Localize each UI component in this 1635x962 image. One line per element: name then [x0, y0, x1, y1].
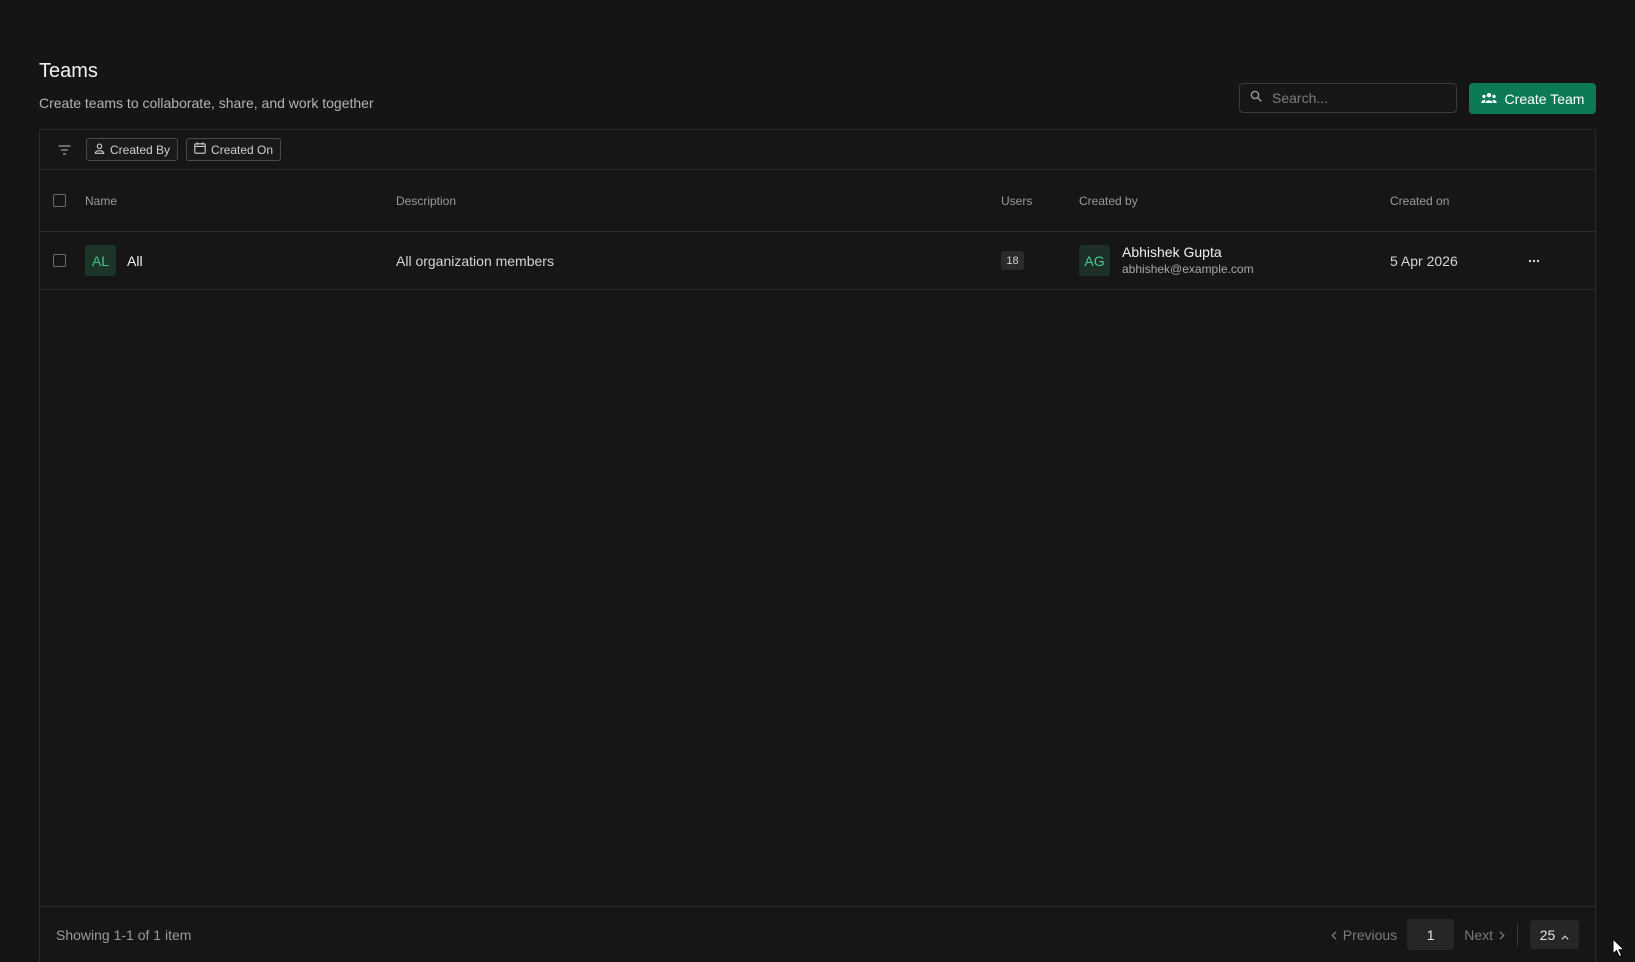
- next-label: Next: [1464, 926, 1493, 943]
- chevron-right-icon: [1499, 927, 1505, 943]
- pagination-summary: Showing 1-1 of 1 item: [56, 926, 192, 943]
- created-on-filter-label: Created On: [211, 142, 274, 157]
- users-cell: 18: [1001, 232, 1024, 289]
- team-avatar: AL: [85, 245, 116, 276]
- pager-divider: [1517, 923, 1518, 946]
- row-checkbox[interactable]: [53, 254, 66, 267]
- team-name[interactable]: All: [127, 253, 143, 269]
- column-header-users[interactable]: Users: [1001, 170, 1032, 231]
- table-footer: Showing 1-1 of 1 item Previous 1 Next 25: [40, 906, 1595, 962]
- page-title: Teams: [39, 60, 98, 82]
- creator-info: Abhishek Gupta abhishek@example.com: [1122, 244, 1254, 276]
- creator-email: abhishek@example.com: [1122, 262, 1254, 277]
- created-by-filter-chip[interactable]: Created By: [86, 138, 179, 161]
- select-all-cell: [53, 170, 66, 231]
- create-team-button[interactable]: Create Team: [1469, 83, 1596, 114]
- mouse-cursor-icon: [1612, 937, 1626, 962]
- filter-icon[interactable]: [56, 142, 72, 158]
- created-on-date: 5 Apr 2026: [1390, 252, 1458, 269]
- calendar-icon: [194, 142, 206, 157]
- team-name-cell: AL All: [85, 232, 143, 289]
- chevron-left-icon: [1331, 927, 1337, 943]
- column-header-name[interactable]: Name: [85, 170, 117, 231]
- column-header-created-on[interactable]: Created on: [1390, 170, 1449, 231]
- created-by-filter-label: Created By: [110, 142, 171, 157]
- next-page-button[interactable]: Next: [1464, 927, 1505, 943]
- created-on-filter-chip[interactable]: Created On: [186, 138, 282, 161]
- previous-page-button[interactable]: Previous: [1331, 927, 1397, 943]
- previous-label: Previous: [1342, 926, 1398, 943]
- created-by-cell: AG Abhishek Gupta abhishek@example.com: [1079, 232, 1254, 289]
- user-icon: [94, 143, 105, 157]
- creator-avatar: AG: [1079, 245, 1110, 276]
- create-team-label: Create Team: [1504, 90, 1585, 107]
- search-box[interactable]: [1239, 83, 1457, 113]
- teams-page: Teams Create teams to collaborate, share…: [0, 0, 1635, 962]
- table-row[interactable]: AL All All organization members 18 AG Ab…: [40, 232, 1595, 290]
- search-input[interactable]: [1270, 89, 1440, 107]
- current-page-number[interactable]: 1: [1407, 919, 1455, 950]
- search-icon: [1250, 89, 1262, 107]
- filter-bar: Created By Created On: [40, 130, 1595, 170]
- page-size-value: 25: [1539, 926, 1556, 943]
- pagination: Previous 1 Next 25: [1331, 919, 1579, 950]
- page-size-select[interactable]: 25: [1530, 920, 1579, 949]
- row-actions-cell: [1522, 232, 1546, 289]
- chevron-up-icon: [1561, 927, 1569, 943]
- creator-name: Abhishek Gupta: [1122, 244, 1222, 261]
- table-header: Name Description Users Created by Create…: [40, 170, 1595, 232]
- users-count-badge: 18: [1001, 251, 1024, 270]
- column-header-description[interactable]: Description: [396, 170, 456, 231]
- row-select-cell: [53, 232, 66, 289]
- page-subtitle: Create teams to collaborate, share, and …: [39, 95, 374, 111]
- teams-table: Created By Created On Name Description U…: [39, 129, 1596, 962]
- team-description: All organization members: [396, 252, 554, 269]
- select-all-checkbox[interactable]: [53, 194, 66, 207]
- more-actions-icon[interactable]: [1522, 249, 1546, 273]
- column-header-created-by[interactable]: Created by: [1079, 170, 1138, 231]
- team-icon: [1480, 91, 1497, 107]
